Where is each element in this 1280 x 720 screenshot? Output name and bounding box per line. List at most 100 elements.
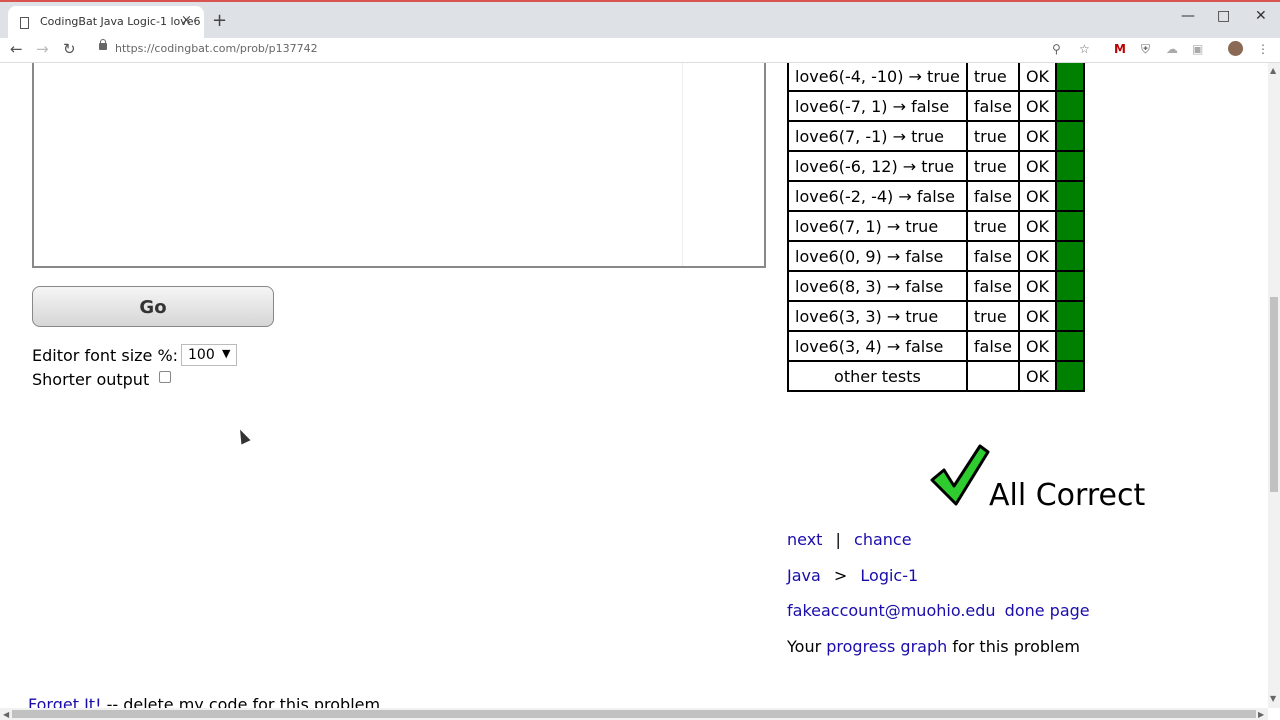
minimize-icon[interactable]: — bbox=[1181, 8, 1195, 24]
run-cell: true bbox=[965, 63, 1020, 92]
lock-icon bbox=[99, 39, 107, 50]
result-row: other tests OK bbox=[787, 360, 1086, 392]
menu-icon[interactable]: ⋮ bbox=[1257, 42, 1269, 56]
run-cell: true bbox=[965, 120, 1020, 152]
expected-cell: other tests bbox=[787, 360, 968, 392]
back-icon[interactable]: ← bbox=[10, 40, 23, 58]
result-row: love6(3, 4) → false false OK bbox=[787, 330, 1086, 362]
breadcrumb-arrow: > bbox=[833, 566, 848, 585]
status-color-cell bbox=[1055, 63, 1086, 92]
status-color-cell bbox=[1055, 90, 1086, 122]
browser-toolbar: ← → ↻ https://codingbat.com/prob/p137742… bbox=[0, 38, 1280, 63]
status-color-cell bbox=[1055, 240, 1086, 272]
page-icon bbox=[20, 17, 29, 29]
vertical-scrollbar-thumb[interactable] bbox=[1270, 297, 1278, 492]
status-color-cell bbox=[1055, 360, 1086, 392]
profile-avatar[interactable] bbox=[1228, 41, 1243, 56]
code-editor[interactable] bbox=[32, 63, 766, 268]
forget-it-text: -- delete my code for this problem bbox=[101, 695, 381, 708]
result-row: love6(-6, 12) → true true OK bbox=[787, 150, 1086, 182]
status-cell: OK bbox=[1017, 120, 1058, 152]
expected-cell: love6(3, 3) → true bbox=[787, 300, 968, 332]
java-link[interactable]: Java bbox=[787, 566, 821, 585]
account-link[interactable]: fakeaccount@muohio.edu bbox=[787, 601, 996, 620]
new-tab-button[interactable]: + bbox=[212, 10, 227, 31]
extension-m-icon[interactable]: M bbox=[1114, 42, 1126, 56]
status-cell: OK bbox=[1017, 150, 1058, 182]
extension-cloud-icon[interactable]: ☁ bbox=[1166, 42, 1178, 56]
mouse-cursor-icon bbox=[235, 427, 251, 445]
bookmark-star-icon[interactable]: ☆ bbox=[1079, 42, 1090, 56]
status-cell: OK bbox=[1017, 240, 1058, 272]
all-correct-message: All Correct bbox=[989, 478, 1146, 513]
reload-icon[interactable]: ↻ bbox=[63, 40, 76, 58]
progress-graph-link[interactable]: progress graph bbox=[826, 637, 947, 656]
for-problem-text: for this problem bbox=[952, 637, 1080, 656]
status-cell: OK bbox=[1017, 180, 1058, 212]
result-row: love6(7, 1) → true true OK bbox=[787, 210, 1086, 242]
status-color-cell bbox=[1055, 120, 1086, 152]
editor-margin-line bbox=[682, 63, 683, 266]
close-tab-icon[interactable]: × bbox=[181, 13, 192, 28]
result-row: love6(8, 3) → false false OK bbox=[787, 270, 1086, 302]
expected-cell: love6(-4, -10) → true bbox=[787, 63, 968, 92]
result-row: love6(-7, 1) → false false OK bbox=[787, 90, 1086, 122]
run-cell: false bbox=[965, 180, 1020, 212]
result-row: love6(3, 3) → true true OK bbox=[787, 300, 1086, 332]
expected-cell: love6(7, -1) → true bbox=[787, 120, 968, 152]
expected-cell: love6(-2, -4) → false bbox=[787, 180, 968, 212]
maximize-icon[interactable]: □ bbox=[1217, 8, 1230, 24]
run-cell: false bbox=[965, 270, 1020, 302]
address-bar[interactable]: https://codingbat.com/prob/p137742 bbox=[96, 38, 1106, 60]
expected-cell: love6(3, 4) → false bbox=[787, 330, 968, 362]
scroll-right-icon[interactable]: ▶ bbox=[1258, 710, 1264, 719]
zoom-icon[interactable]: ⚲ bbox=[1052, 42, 1061, 56]
font-size-label: Editor font size %: bbox=[32, 346, 179, 365]
browser-tab-strip: CodingBat Java Logic-1 love6 × + — □ ✕ bbox=[0, 0, 1280, 40]
status-color-cell bbox=[1055, 150, 1086, 182]
status-color-cell bbox=[1055, 270, 1086, 302]
page-content: Go Editor font size %: 100 ▼ Shorter out… bbox=[0, 63, 1268, 708]
done-page-link[interactable]: done page bbox=[1005, 601, 1090, 620]
next-link[interactable]: next bbox=[787, 530, 822, 549]
scroll-up-icon[interactable]: ▲ bbox=[1270, 66, 1276, 75]
forget-it-line: Forget It! -- delete my code for this pr… bbox=[28, 695, 380, 708]
dropdown-arrow-icon: ▼ bbox=[222, 347, 231, 360]
expected-cell: love6(8, 3) → false bbox=[787, 270, 968, 302]
forward-icon[interactable]: → bbox=[36, 40, 49, 58]
check-mark-icon bbox=[930, 444, 990, 506]
result-row: love6(7, -1) → true true OK bbox=[787, 120, 1086, 152]
status-cell: OK bbox=[1017, 330, 1058, 362]
scroll-down-icon[interactable]: ▼ bbox=[1270, 694, 1276, 703]
chance-link[interactable]: chance bbox=[854, 530, 912, 549]
status-cell: OK bbox=[1017, 300, 1058, 332]
run-cell: false bbox=[965, 90, 1020, 122]
shorter-output-label: Shorter output bbox=[32, 370, 150, 389]
run-cell: true bbox=[965, 210, 1020, 242]
status-color-cell bbox=[1055, 210, 1086, 242]
tab-title: CodingBat Java Logic-1 love6 bbox=[40, 15, 201, 28]
status-color-cell bbox=[1055, 330, 1086, 362]
expected-cell: love6(-7, 1) → false bbox=[787, 90, 968, 122]
run-cell: true bbox=[965, 300, 1020, 332]
expected-cell: love6(0, 9) → false bbox=[787, 240, 968, 272]
extension-puzzle-icon[interactable]: ▣ bbox=[1192, 42, 1203, 56]
browser-tab[interactable]: CodingBat Java Logic-1 love6 × bbox=[8, 6, 204, 40]
logic-1-link[interactable]: Logic-1 bbox=[860, 566, 918, 585]
expected-cell: love6(-6, 12) → true bbox=[787, 150, 968, 182]
scroll-left-icon[interactable]: ◀ bbox=[3, 710, 9, 719]
extension-shield-icon[interactable]: ⛨ bbox=[1141, 42, 1150, 57]
run-cell: true bbox=[965, 150, 1020, 182]
result-row: love6(-4, -10) → true true OK bbox=[787, 63, 1086, 92]
status-cell: OK bbox=[1017, 210, 1058, 242]
link-separator: | bbox=[835, 530, 841, 549]
shorter-output-checkbox[interactable] bbox=[159, 371, 171, 383]
result-row: love6(-2, -4) → false false OK bbox=[787, 180, 1086, 212]
close-window-icon[interactable]: ✕ bbox=[1255, 8, 1267, 24]
horizontal-scrollbar-thumb[interactable] bbox=[12, 710, 1256, 718]
progress-graph-line: Your progress graph for this problem bbox=[787, 637, 1080, 656]
font-size-select[interactable]: 100 ▼ bbox=[181, 344, 237, 366]
forget-it-link[interactable]: Forget It! bbox=[28, 695, 101, 708]
result-row: love6(0, 9) → false false OK bbox=[787, 240, 1086, 272]
go-button[interactable]: Go bbox=[32, 286, 274, 327]
